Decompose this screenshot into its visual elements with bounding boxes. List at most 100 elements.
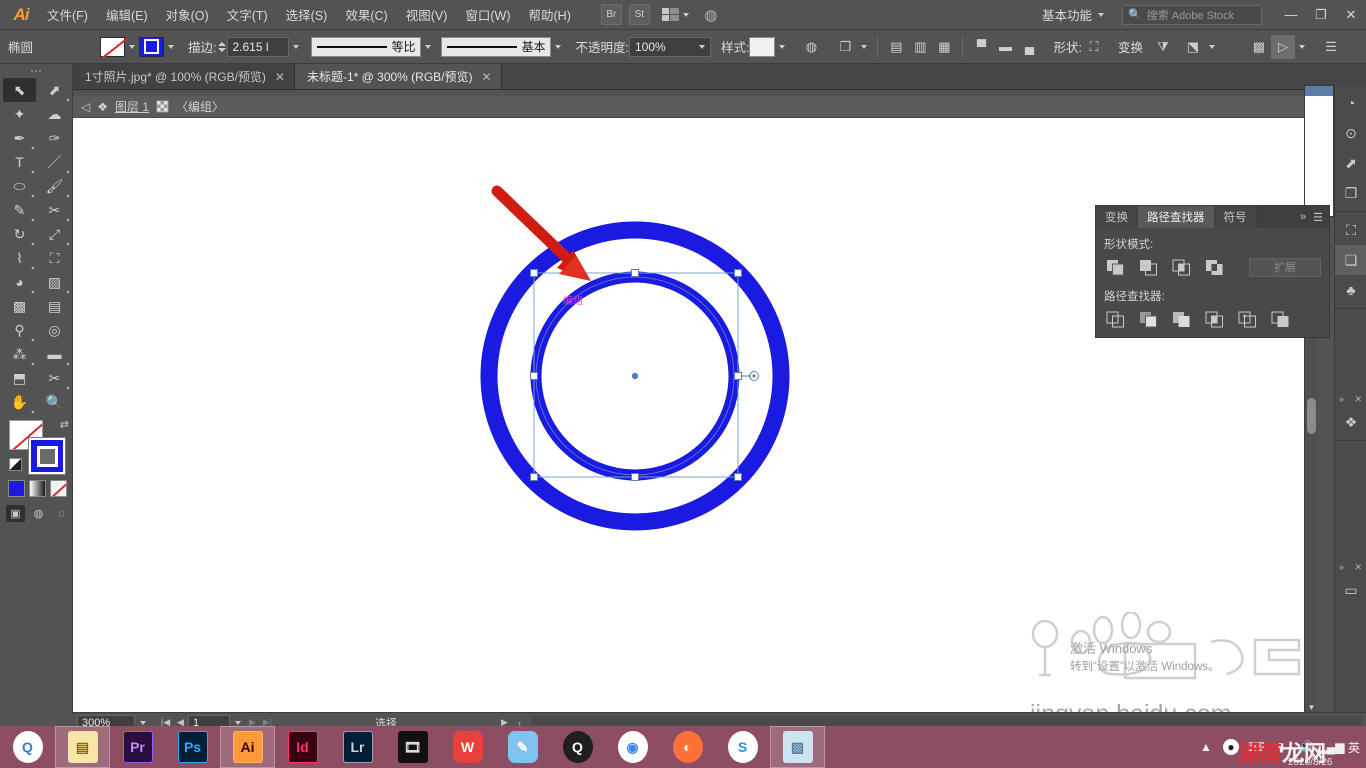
taskbar-lightroom[interactable]: Lr [330, 726, 385, 768]
select-similar-icon[interactable]: ❐ [833, 35, 857, 59]
exclude-icon[interactable] [1203, 257, 1225, 277]
tool-direct-selection[interactable]: ⬈ [38, 78, 71, 102]
trim-icon[interactable] [1137, 309, 1159, 329]
shape-options-icon[interactable]: ⛶ [1082, 35, 1106, 59]
close-button[interactable]: ✕ [1336, 0, 1366, 30]
gradient-icon[interactable]: ▭ [1335, 575, 1366, 605]
taskbar-illustrator[interactable]: Ai [220, 726, 275, 768]
tab-pathfinder[interactable]: 路径查找器 [1138, 206, 1215, 228]
align-right-icon[interactable]: ▦ [932, 35, 956, 59]
tool-scale[interactable]: ⤢ [38, 222, 71, 246]
tool-scissors[interactable]: ✂ [38, 198, 71, 222]
tool-artboard[interactable]: ⬒ [3, 366, 36, 390]
menu-file[interactable]: 文件(F) [38, 2, 97, 28]
none-mode-icon[interactable] [50, 480, 67, 497]
document-setup-chevron-down-icon[interactable] [1295, 37, 1309, 57]
tool-zoom[interactable]: 🔍 [38, 390, 71, 414]
document-tab-photo[interactable]: 1寸照片.jpg* @ 100% (RGB/预览) ✕ [73, 64, 295, 89]
breadcrumb-back-icon[interactable]: ◁ [81, 100, 90, 114]
arrange-documents-button[interactable] [661, 7, 689, 22]
stroke-chevron-down-icon[interactable] [164, 37, 178, 57]
intersect-icon[interactable] [1170, 257, 1192, 277]
taskbar-photoshop[interactable]: Ps [165, 726, 220, 768]
stroke-color-swatch[interactable] [139, 36, 164, 57]
align-center-v-icon[interactable]: ▬ [993, 35, 1017, 59]
volume-icon[interactable]: 🔊 [1298, 739, 1314, 755]
stroke-weight-stepper[interactable] [216, 38, 227, 56]
tool-hand[interactable]: ✋ [3, 390, 36, 414]
taskbar-document[interactable]: ▧ [770, 726, 825, 768]
taskbar-qq[interactable]: Q [550, 726, 605, 768]
taskbar-premiere[interactable]: Pr [110, 726, 165, 768]
tool-selection[interactable]: ⬉ [3, 78, 36, 102]
recolor-artwork-icon[interactable]: ◍ [799, 35, 823, 59]
align-bottom-icon[interactable]: ▄ [1017, 35, 1041, 59]
menu-effect[interactable]: 效果(C) [336, 2, 396, 28]
tool-mesh[interactable]: ▩ [3, 294, 36, 318]
screen-mode-fullmenu-icon[interactable]: ◍ [29, 505, 48, 522]
screen-mode-normal-icon[interactable]: ▣ [6, 505, 25, 522]
tool-free-transform[interactable]: ⛶ [38, 246, 71, 270]
taskbar-video-player[interactable]: 🎞 [385, 726, 440, 768]
minus-back-icon[interactable] [1269, 309, 1291, 329]
menu-select[interactable]: 选择(S) [277, 2, 337, 28]
tool-paintbrush[interactable]: 🖌 [38, 174, 71, 198]
tool-width[interactable]: ⌇ [3, 246, 36, 270]
tool-pen[interactable]: ✒ [3, 126, 36, 150]
align-center-h-icon[interactable]: ▥ [908, 35, 932, 59]
document-setup-icon[interactable]: ▷ [1270, 34, 1295, 59]
collapse-icon[interactable]: » [1339, 562, 1344, 572]
tool-magic-wand[interactable]: ✦ [3, 102, 36, 126]
taskbar-sogou[interactable]: S [715, 726, 770, 768]
tool-shape-builder[interactable]: ◕ [3, 270, 36, 294]
default-fill-stroke-icon[interactable] [9, 458, 22, 471]
layers-compare-icon[interactable]: ❐ [1335, 178, 1366, 208]
align-left-icon[interactable]: ▤ [884, 35, 908, 59]
outline-icon[interactable] [1236, 309, 1258, 329]
workspace-switcher[interactable]: 基本功能 [1034, 5, 1112, 24]
close-icon[interactable]: ✕ [1354, 562, 1362, 573]
menu-object[interactable]: 对象(O) [157, 2, 218, 28]
tool-blend[interactable]: ◎ [38, 318, 71, 342]
input-tray-icon[interactable]: ⌨ [1247, 739, 1264, 755]
document-tab-untitled[interactable]: 未标题-1* @ 300% (RGB/预览) ✕ [294, 64, 502, 89]
symbols-icon[interactable]: ♣ [1335, 275, 1366, 305]
stroke-weight-chevron-down-icon[interactable] [289, 37, 303, 57]
toolbar-grip[interactable] [0, 64, 72, 78]
transform-icon[interactable]: ⛶ [1335, 215, 1366, 245]
tool-column-graph[interactable]: ▬ [38, 342, 71, 366]
taskbar-note-app[interactable]: ✎ [495, 726, 550, 768]
tool-rotate[interactable]: ↻ [3, 222, 36, 246]
bridge-button[interactable]: Br [600, 4, 622, 25]
stroke-profile-chevron-down-icon[interactable] [421, 37, 435, 57]
layers-icon[interactable]: ❖ [1335, 407, 1366, 437]
taskbar-browser-q[interactable]: Q [0, 726, 55, 768]
isolate-chevron-down-icon[interactable] [1205, 37, 1219, 57]
minus-front-icon[interactable] [1137, 257, 1159, 277]
drop-shadow-icon[interactable]: ◍ [701, 5, 721, 25]
collapse-icon[interactable]: » [1300, 211, 1306, 223]
arrange-objects-icon[interactable]: ▩ [1247, 35, 1271, 59]
fill-color-swatch[interactable] [100, 36, 125, 57]
taskbar-indesign[interactable]: Id [275, 726, 330, 768]
color-guide-icon[interactable]: ◔ [1335, 88, 1366, 118]
menu-window[interactable]: 窗口(W) [456, 2, 519, 28]
tab-transform[interactable]: 变换 [1096, 206, 1138, 228]
tool-curvature[interactable]: ✑ [38, 126, 71, 150]
select-similar-chevron-down-icon[interactable] [857, 37, 871, 57]
gradient-mode-icon[interactable] [29, 480, 46, 497]
stock-button[interactable]: St [628, 4, 650, 25]
align-top-icon[interactable]: ▀ [969, 35, 993, 59]
tool-shaper[interactable]: ✎ [3, 198, 36, 222]
divide-icon[interactable] [1104, 309, 1126, 329]
tool-slice[interactable]: ✂ [38, 366, 71, 390]
tool-perspective-grid[interactable]: ▨ [38, 270, 71, 294]
merge-icon[interactable] [1170, 309, 1192, 329]
tool-symbol-sprayer[interactable]: ⁂ [3, 342, 36, 366]
close-icon[interactable]: ✕ [482, 70, 492, 84]
taskbar-wps[interactable]: W [440, 726, 495, 768]
fill-chevron-down-icon[interactable] [125, 37, 139, 57]
canvas-scroll-thumb[interactable] [1307, 398, 1316, 434]
taskbar-firefox[interactable]: ◐ [660, 726, 715, 768]
unite-icon[interactable] [1104, 257, 1126, 277]
